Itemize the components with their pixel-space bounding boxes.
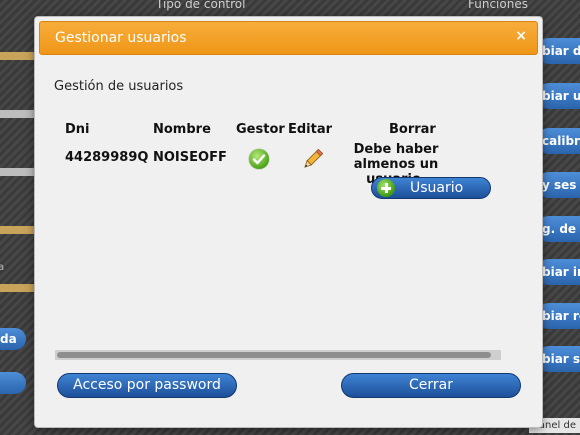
background-button[interactable]: g. de — [536, 216, 580, 242]
background-stripe — [0, 168, 35, 176]
background-stripe — [0, 110, 35, 118]
section-title: Gestión de usuarios — [54, 79, 184, 94]
check-icon — [249, 149, 269, 169]
background-button[interactable]: biar da — [536, 38, 580, 64]
background-stripe — [0, 52, 35, 60]
background-fragment-text: a — [0, 262, 5, 273]
background-button[interactable]: y ses — [536, 172, 580, 198]
manage-users-dialog: Gestionar usuarios × Gestión de usuarios… — [35, 17, 542, 427]
background-header-funciones: Funciones — [468, 0, 528, 11]
background-button[interactable]: da — [0, 328, 26, 350]
cell-dni: 44289989Q — [65, 150, 149, 165]
dialog-title-bar[interactable]: Gestionar usuarios × — [39, 21, 538, 55]
password-access-button[interactable]: Acceso por password — [57, 373, 237, 398]
background-button[interactable]: biar re — [536, 303, 580, 329]
background-button[interactable]: biar ses — [536, 346, 580, 372]
background-button[interactable] — [0, 372, 26, 394]
plus-icon — [377, 179, 395, 197]
column-header-nombre: Nombre — [153, 122, 211, 137]
add-user-button[interactable]: Usuario — [371, 177, 491, 199]
column-header-editar: Editar — [288, 122, 333, 137]
cell-nombre: NOISEOFF — [153, 150, 227, 165]
column-header-borrar: Borrar — [389, 122, 436, 137]
background-button[interactable]: calibra — [536, 128, 580, 154]
close-button[interactable]: Cerrar — [341, 373, 521, 398]
column-header-gestor: Gestor — [236, 122, 285, 137]
horizontal-scrollbar[interactable] — [55, 350, 501, 360]
pencil-icon[interactable] — [299, 148, 325, 172]
background-stripe — [0, 284, 35, 292]
add-user-label: Usuario — [410, 180, 464, 196]
close-icon[interactable]: × — [515, 28, 527, 44]
background-button[interactable]: biar us — [536, 83, 580, 109]
background-header-tipo: Tipo de control — [156, 0, 246, 11]
background-stripe — [0, 226, 35, 234]
dialog-title: Gestionar usuarios — [55, 30, 187, 46]
column-header-dni: Dni — [65, 122, 90, 137]
scrollbar-thumb[interactable] — [57, 352, 491, 358]
background-button[interactable]: biar inf — [536, 259, 580, 285]
